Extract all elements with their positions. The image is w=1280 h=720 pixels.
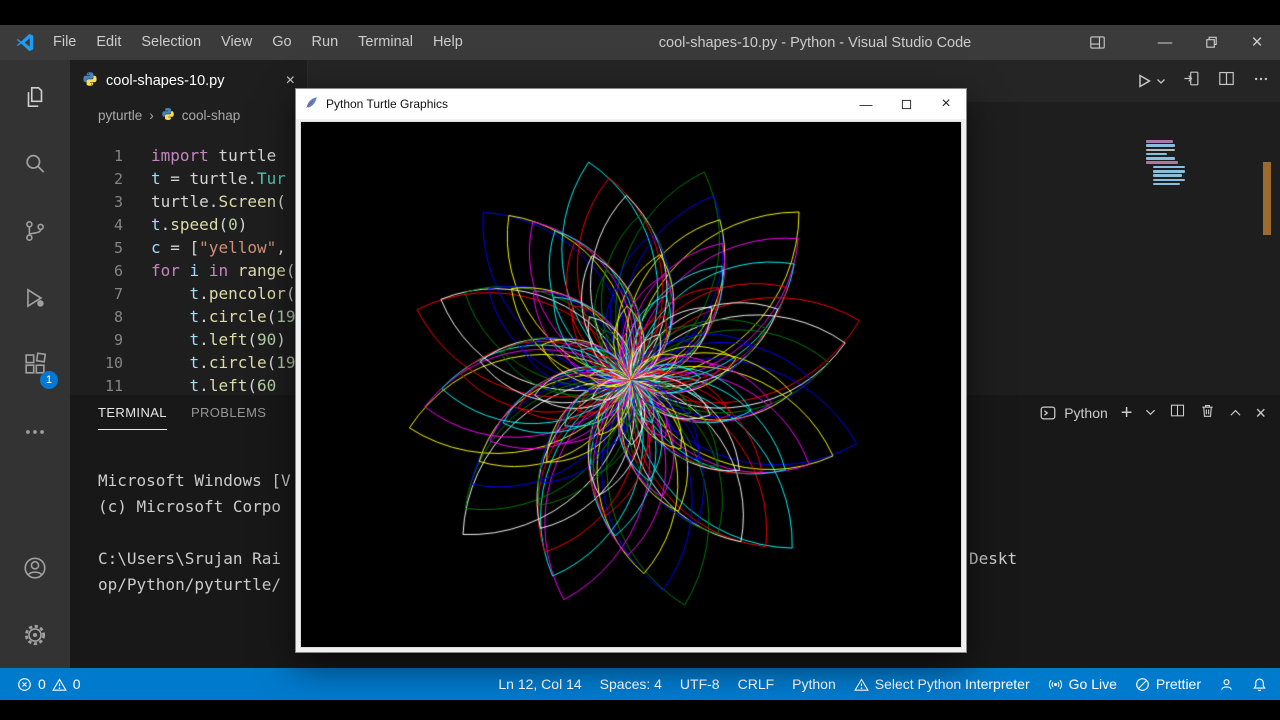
breadcrumb-file[interactable]: cool-shap <box>182 108 241 123</box>
turtle-minimize-button[interactable]: — <box>846 89 886 119</box>
feedback-icon[interactable] <box>1210 668 1243 700</box>
slash-circle-icon <box>1136 677 1149 691</box>
status-left: 0 0 <box>8 668 90 700</box>
shell-label: Python <box>1064 404 1108 421</box>
explorer-icon[interactable] <box>0 63 70 130</box>
encoding-status[interactable]: UTF-8 <box>671 668 729 700</box>
run-debug-icon[interactable] <box>0 264 70 331</box>
cursor-position[interactable]: Ln 12, Col 14 <box>489 668 590 700</box>
broadcast-icon <box>1048 679 1062 689</box>
menu-go[interactable]: Go <box>262 25 301 60</box>
problems-status[interactable]: 0 0 <box>8 668 90 700</box>
split-editor-icon[interactable] <box>1217 69 1236 93</box>
new-terminal-icon[interactable]: + <box>1121 403 1133 423</box>
minimize-button[interactable]: — <box>1142 25 1188 60</box>
indentation-status[interactable]: Spaces: 4 <box>591 668 671 700</box>
close-button[interactable]: × <box>1234 25 1280 60</box>
split-terminal-icon[interactable] <box>1169 402 1186 424</box>
window-controls: — × <box>1074 25 1280 60</box>
run-button[interactable] <box>1134 71 1166 91</box>
panel-actions: Python + × <box>1039 395 1266 430</box>
tab-problems[interactable]: PROBLEMS <box>191 396 266 430</box>
customize-layout-icon[interactable] <box>1074 25 1120 60</box>
turtle-graphics-window[interactable]: Python Turtle Graphics — × <box>295 88 967 653</box>
overview-ruler-decoration <box>1263 162 1271 235</box>
minimap[interactable] <box>1146 140 1258 187</box>
warning-icon <box>853 677 869 691</box>
python-file-icon <box>82 71 98 91</box>
status-right: Ln 12, Col 14 Spaces: 4 UTF-8 CRLF Pytho… <box>489 668 1276 700</box>
errors-icon <box>18 677 31 691</box>
python-file-icon <box>161 107 175 124</box>
vscode-window: File Edit Selection View Go Run Terminal… <box>0 25 1280 700</box>
turtle-window-titlebar[interactable]: Python Turtle Graphics — × <box>296 89 966 119</box>
open-to-side-icon[interactable] <box>1182 69 1201 93</box>
menu-terminal[interactable]: Terminal <box>348 25 423 60</box>
go-live-status[interactable]: Go Live <box>1039 668 1126 700</box>
interpreter-label: Select Python Interpreter <box>874 676 1030 692</box>
warning-count: 0 <box>72 676 81 692</box>
terminal-dropdown-icon[interactable] <box>1145 404 1156 422</box>
python-interpreter-status[interactable]: Select Python Interpreter <box>845 668 1039 700</box>
turtle-canvas-area <box>300 121 962 648</box>
tab-label: cool-shapes-10.py <box>106 73 225 89</box>
go-live-label: Go Live <box>1068 676 1117 692</box>
settings-gear-icon[interactable] <box>0 601 70 668</box>
prettier-status[interactable]: Prettier <box>1126 668 1210 700</box>
menu-file[interactable]: File <box>43 25 86 60</box>
breadcrumb-separator: › <box>149 107 154 123</box>
tab-terminal[interactable]: TERMINAL <box>98 396 167 430</box>
turtle-maximize-button[interactable] <box>886 89 926 119</box>
titlebar: File Edit Selection View Go Run Terminal… <box>0 25 1280 60</box>
notifications-bell-icon[interactable] <box>1243 668 1276 700</box>
editor-more-actions-icon[interactable] <box>1252 70 1270 93</box>
turtle-window-controls: — × <box>846 89 966 119</box>
more-actions-icon[interactable] <box>0 398 70 465</box>
tab-cool-shapes-10[interactable]: cool-shapes-10.py × <box>70 60 308 102</box>
eol-status[interactable]: CRLF <box>729 668 784 700</box>
restore-button[interactable] <box>1188 25 1234 60</box>
account-icon[interactable] <box>0 534 70 601</box>
tk-feather-icon <box>305 96 318 112</box>
menu-selection[interactable]: Selection <box>131 25 211 60</box>
menu-view[interactable]: View <box>211 25 262 60</box>
menubar: File Edit Selection View Go Run Terminal… <box>43 25 473 60</box>
turtle-close-button[interactable]: × <box>926 89 966 119</box>
menu-edit[interactable]: Edit <box>86 25 131 60</box>
prettier-label: Prettier <box>1155 676 1201 692</box>
activity-bar: 1 <box>0 60 70 668</box>
window-title: cool-shapes-10.py - Python - Visual Stud… <box>658 34 972 51</box>
menu-run[interactable]: Run <box>302 25 349 60</box>
status-bar: 0 0 Ln 12, Col 14 Spaces: 4 UTF-8 CRLF P… <box>0 668 1280 700</box>
turtle-window-title: Python Turtle Graphics <box>326 97 449 111</box>
close-panel-icon[interactable]: × <box>1255 404 1266 422</box>
error-count: 0 <box>38 676 46 692</box>
maximize-panel-icon[interactable] <box>1229 404 1242 422</box>
extensions-badge: 1 <box>40 371 58 389</box>
editor-actions <box>1134 60 1270 102</box>
kill-terminal-icon[interactable] <box>1199 402 1216 424</box>
shell-selector[interactable]: Python <box>1039 404 1108 422</box>
menu-help[interactable]: Help <box>423 25 473 60</box>
source-control-icon[interactable] <box>0 197 70 264</box>
vscode-logo-icon <box>14 32 35 53</box>
tab-close-icon[interactable]: × <box>286 72 295 90</box>
breadcrumb-folder[interactable]: pyturtle <box>98 108 142 123</box>
turtle-canvas <box>301 122 961 647</box>
search-icon[interactable] <box>0 130 70 197</box>
warnings-icon <box>51 677 67 691</box>
extensions-icon[interactable]: 1 <box>0 331 70 398</box>
language-mode[interactable]: Python <box>783 668 845 700</box>
